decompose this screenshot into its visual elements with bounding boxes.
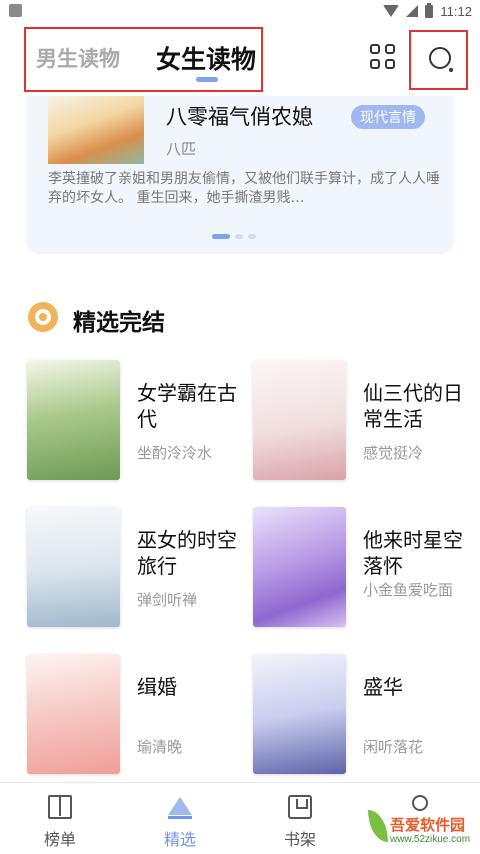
book-title[interactable]: 女学霸在古代 xyxy=(137,380,253,432)
book-item[interactable]: 巫女的时空旅行 弹剑听禅 xyxy=(27,507,253,629)
status-bar: 11:12 xyxy=(0,0,480,22)
book-item[interactable]: 盛华 闲听落花 xyxy=(253,654,479,776)
book-title[interactable]: 盛华 xyxy=(363,674,479,700)
featured-banner[interactable]: 八零福气俏农媳 现代言情 八匹 李英撞破了亲姐和男朋友偷情，又被他们联手算计，成… xyxy=(26,96,454,254)
book-author: 小金鱼爱吃面 xyxy=(363,581,454,599)
leaf-logo-icon xyxy=(368,810,388,842)
watermark-url: www.52zikue.com xyxy=(390,834,471,845)
book-author: 坐酌泠泠水 xyxy=(137,444,213,462)
book-cover[interactable] xyxy=(27,654,120,774)
site-watermark: 吾爱软件园 www.52zikue.com xyxy=(362,770,480,854)
page-dot xyxy=(235,234,243,239)
book-author: 感觉挺冷 xyxy=(363,444,424,462)
banner-description: 李英撞破了亲姐和男朋友偷情，又被他们联手算计，成了人人唾弃的坏女人。 重生回来，… xyxy=(48,171,440,206)
watermark-text: 吾爱软件园 xyxy=(390,816,466,834)
nav-featured[interactable]: 精选 xyxy=(120,783,240,854)
channel-tabs: 男生读物 女生读物 xyxy=(24,27,263,92)
book-item[interactable]: 女学霸在古代 坐酌泠泠水 xyxy=(27,360,253,482)
shelf-icon xyxy=(288,795,312,819)
book-item[interactable]: 缉婚 瑜清晚 xyxy=(27,654,253,776)
tab-female-reading[interactable]: 女生读物 xyxy=(156,40,256,76)
award-icon xyxy=(28,302,58,332)
book-title[interactable]: 巫女的时空旅行 xyxy=(137,527,253,579)
book-title[interactable]: 缉婚 xyxy=(137,674,253,700)
top-header: 男生读物 女生读物 xyxy=(0,22,480,96)
nav-label: 榜单 xyxy=(43,830,76,849)
nav-bookshelf[interactable]: 书架 xyxy=(240,783,360,854)
status-time: 11:12 xyxy=(440,3,472,19)
banner-book-cover[interactable] xyxy=(48,96,144,164)
grid-icon[interactable] xyxy=(370,44,396,70)
notification-icon xyxy=(9,4,22,17)
nav-ranking[interactable]: 榜单 xyxy=(0,783,120,854)
book-cover[interactable] xyxy=(27,360,120,480)
book-cover[interactable] xyxy=(253,654,346,774)
book-author: 瑜清晚 xyxy=(137,738,183,756)
book-title[interactable]: 仙三代的日常生活 xyxy=(363,380,479,432)
book-item[interactable]: 仙三代的日常生活 感觉挺冷 xyxy=(253,360,479,482)
tab-male-reading[interactable]: 男生读物 xyxy=(36,43,120,73)
banner-author: 八匹 xyxy=(166,140,197,158)
book-item[interactable]: 他来时星空落怀 小金鱼爱吃面 xyxy=(253,507,479,629)
battery-icon xyxy=(425,2,434,18)
banner-page-dots xyxy=(212,234,256,239)
book-cover[interactable] xyxy=(253,360,346,480)
book-author: 闲听落花 xyxy=(363,738,424,756)
banner-book-title[interactable]: 八零福气俏农媳 xyxy=(166,101,313,131)
section-title: 精选完结 xyxy=(73,310,165,336)
search-button[interactable] xyxy=(409,30,468,90)
signal-icon xyxy=(406,5,419,17)
nav-label: 书架 xyxy=(283,830,316,849)
crown-icon xyxy=(168,795,192,819)
page-dot xyxy=(212,234,230,239)
book-author: 弹剑听禅 xyxy=(137,591,198,609)
book-cover[interactable] xyxy=(253,507,346,627)
active-tab-indicator xyxy=(196,77,218,82)
wifi-icon xyxy=(383,5,400,17)
search-icon xyxy=(429,47,451,69)
banner-genre-tag: 现代言情 xyxy=(351,105,425,129)
nav-label: 精选 xyxy=(163,830,196,849)
book-icon xyxy=(48,795,72,819)
page-dot xyxy=(248,234,256,239)
book-cover[interactable] xyxy=(27,507,120,627)
book-title[interactable]: 他来时星空落怀 xyxy=(363,527,479,579)
